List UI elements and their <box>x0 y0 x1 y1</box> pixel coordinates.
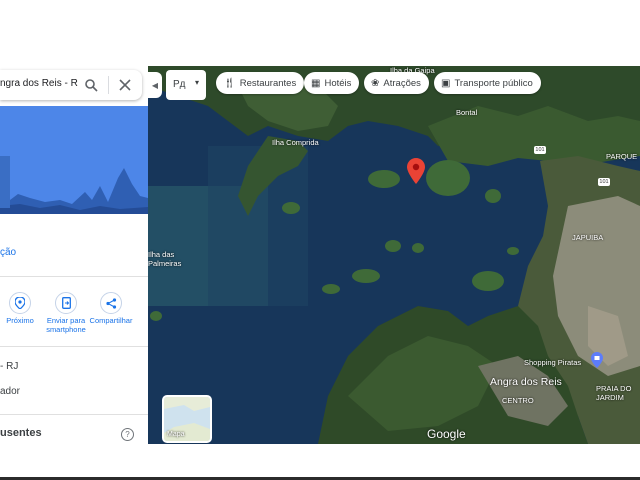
chip-restaurants[interactable]: 🍴︎ Restaurantes <box>216 72 305 94</box>
help-icon[interactable]: ? <box>121 428 134 441</box>
hotel-icon: ▦ <box>311 77 321 89</box>
map-label-japuiba: JAPUIBA <box>572 233 604 242</box>
close-icon[interactable] <box>118 78 132 92</box>
nearby-button[interactable]: Próximo <box>0 292 44 325</box>
section-divider <box>0 346 148 347</box>
map-type-toggle[interactable]: Mapa <box>162 395 212 443</box>
nearby-icon <box>15 297 25 309</box>
map-label-centro: CENTRO <box>502 396 534 405</box>
map-label-parque: PARQUE <box>606 152 638 161</box>
google-logo: Google <box>427 427 466 441</box>
place-side-panel: ngra dos Reis - R... ção Próximo Enviar … <box>0 66 148 444</box>
chip-hotels-label: Hotéis <box>324 77 352 89</box>
share-icon <box>105 297 116 309</box>
search-box[interactable]: ngra dos Reis - R... <box>0 70 142 100</box>
road-badge: 101 <box>598 178 610 186</box>
search-icon[interactable] <box>84 78 98 92</box>
address-line: - RJ <box>0 361 19 372</box>
action-buttons-row: Próximo Enviar para smartphone Compartil… <box>0 292 148 342</box>
place-hero-image[interactable] <box>0 106 148 214</box>
satellite-imagery <box>148 66 640 444</box>
map-label-ilha-comprida: Ilha Comprida <box>272 138 319 147</box>
chip-transit-label: Transporte público <box>454 77 533 89</box>
restaurant-icon: 🍴︎ <box>223 77 236 89</box>
satellite-map[interactable]: Ilha da Gaipa Bontal Ilha Comprida PARQU… <box>148 66 640 444</box>
map-label-angra-dos-reis: Angra dos Reis <box>490 376 562 388</box>
send-to-phone-button[interactable]: Enviar para smartphone <box>42 292 90 334</box>
blank-bottom-area <box>0 444 640 480</box>
search-input[interactable]: ngra dos Reis - R... <box>0 78 78 89</box>
section-divider <box>0 414 148 415</box>
blank-top-area <box>0 0 640 66</box>
map-label-praia-do-jardim: PRAIA DO JARDIM <box>596 384 632 402</box>
chip-restaurants-label: Restaurantes <box>239 77 297 89</box>
section-divider <box>0 276 148 277</box>
layer-dropdown[interactable]: Pд ▾ <box>166 70 206 100</box>
location-pin-icon[interactable] <box>407 158 425 184</box>
section-title: usentes <box>0 427 42 439</box>
chevron-left-icon: ◀ <box>151 80 159 90</box>
chevron-down-icon: ▾ <box>195 78 200 87</box>
road-badge: 101 <box>534 146 546 154</box>
minimap-label: Mapa <box>167 431 185 438</box>
share-label: Compartilhar <box>89 316 133 325</box>
shopping-poi-icon[interactable] <box>591 352 603 368</box>
share-button[interactable]: Compartilhar <box>87 292 135 325</box>
attractions-icon: ❀ <box>371 77 380 89</box>
chip-transit[interactable]: ▣ Transporte público <box>434 72 541 94</box>
transit-icon: ▣ <box>441 77 451 89</box>
map-label-bontal: Bontal <box>456 108 478 117</box>
nearby-label: Próximo <box>6 316 34 325</box>
map-label-shopping: Shopping Piratas <box>524 358 582 367</box>
info-line: ador <box>0 386 21 397</box>
layer-dropdown-value: Pд <box>173 79 186 90</box>
chip-attractions-label: Atrações <box>383 77 421 89</box>
send-to-phone-icon <box>61 297 71 309</box>
place-link[interactable]: ção <box>0 247 16 258</box>
send-to-phone-label: Enviar para smartphone <box>46 316 86 334</box>
search-divider <box>108 76 109 94</box>
chip-attractions[interactable]: ❀ Atrações <box>364 72 429 94</box>
chip-hotels[interactable]: ▦ Hotéis <box>304 72 360 94</box>
map-label-ilha-palmeiras: Ilha das Palmeiras <box>148 250 182 268</box>
collapse-panel-button[interactable]: ◀ <box>148 72 162 98</box>
